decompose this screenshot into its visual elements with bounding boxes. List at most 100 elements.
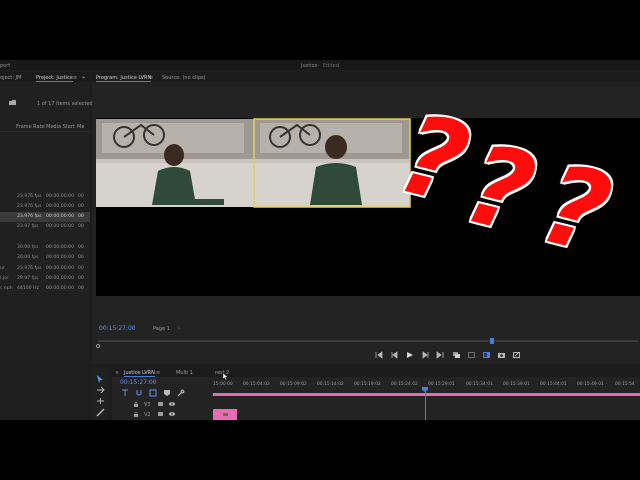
document-title: Justice — [301, 63, 318, 69]
ruler-tick: 00:15:39:01 — [503, 382, 530, 387]
ruler-tick: 15:00:00 — [213, 382, 233, 387]
premiere-window: port Justice - Edited oject: JM Project:… — [0, 60, 640, 420]
selection-tool-icon[interactable] — [97, 375, 104, 383]
extract-icon[interactable] — [468, 352, 475, 358]
tab-sequence-justice-lvrn[interactable]: Justice LVRN — [124, 370, 155, 377]
list-item[interactable]: ur 23.976 fps 00:00:00:00 00 — [0, 264, 84, 274]
wrench-icon[interactable] — [177, 389, 185, 397]
timeline-panel: × Justice LVRN ≡ Multi 1 rest 2 00:15:27… — [112, 368, 640, 420]
column-frame-rate[interactable]: Frame Rate — [16, 124, 45, 130]
item-name-cell: c eph — [0, 286, 13, 291]
eye-icon[interactable] — [169, 402, 175, 406]
razor-tool-icon[interactable] — [96, 408, 105, 417]
eye-icon[interactable] — [169, 412, 175, 416]
ruler-tick: 00:15:29:01 — [428, 382, 455, 387]
letterbox-top — [0, 0, 640, 60]
title-status: Edited — [323, 63, 339, 69]
project-panel: oject: JM Project: Justice ≡ » 1 of 17 i… — [0, 72, 93, 360]
linked-selection-icon[interactable] — [149, 389, 157, 397]
program-video-frame[interactable]: ? ? ? — [96, 89, 640, 296]
title-separator: - — [318, 63, 320, 69]
frame-rate-cell: 23.976 fps — [17, 204, 42, 209]
scrubber-playhead[interactable] — [490, 338, 495, 344]
media-start-cell: 00:00:00:00 — [46, 245, 75, 250]
item-name-cell: ur — [0, 266, 5, 271]
list-item[interactable]: 30.00 fps 00:00:00:00 00 — [0, 243, 84, 253]
question-mark-3: ? — [529, 139, 623, 279]
overflow-tabs-icon[interactable]: » — [82, 75, 85, 81]
scrubber-in-point-icon[interactable] — [95, 343, 101, 349]
folder-icon[interactable] — [9, 100, 16, 105]
column-media-extra[interactable]: Me — [77, 124, 84, 130]
media-extra-cell: 00 — [78, 224, 84, 229]
media-start-cell: 00:00:00:00 — [46, 255, 75, 260]
list-item[interactable]: 30.00 fps 00:00:00:00 00 — [0, 253, 84, 263]
panel-menu-icon[interactable]: ≡ — [73, 75, 77, 81]
media-extra-cell: 00 — [78, 194, 84, 199]
ruler-tick: 00:15:54 — [615, 382, 635, 387]
playhead-handle-icon[interactable] — [422, 387, 428, 392]
tab-project-justice[interactable]: Project: Justice — [36, 75, 73, 82]
frame-rate-cell: 30.00 fps — [17, 255, 39, 260]
lock-icon[interactable] — [134, 402, 138, 407]
panel-menu-icon[interactable]: ≡ — [156, 370, 160, 376]
page-selector[interactable]: Page 1 — [153, 326, 170, 332]
step-back-icon[interactable] — [391, 351, 398, 359]
timeline-clip[interactable] — [213, 409, 237, 420]
insert-overwrite-icon[interactable] — [122, 389, 128, 396]
mouse-cursor-icon — [222, 372, 229, 381]
track-select-tool-icon[interactable] — [97, 386, 105, 394]
program-scrubber[interactable] — [95, 338, 640, 349]
lift-icon[interactable] — [453, 352, 460, 358]
list-item[interactable]: c eph 44100 Hz 00:00:00:00 00 — [0, 284, 84, 294]
program-timecode[interactable]: 00:15:27:00 — [99, 326, 136, 332]
tab-program[interactable]: Program: Justice LVRN — [96, 75, 152, 82]
comparison-view-icon[interactable] — [483, 352, 490, 358]
frame-rate-cell: 29.97 fps — [17, 276, 39, 281]
track-name: V3 — [144, 402, 151, 408]
frame-rate-cell: 30.00 fps — [17, 245, 39, 250]
timeline-timecode[interactable]: 00:15:27:00 — [120, 380, 157, 386]
media-extra-cell: 00 — [78, 255, 84, 260]
work-area-bar[interactable] — [213, 393, 640, 396]
title-bar: port Justice - Edited — [0, 60, 640, 70]
frame-rate-cell: 23.976 fps — [17, 214, 42, 219]
project-panel-header: oject: JM Project: Justice ≡ » — [0, 72, 90, 82]
item-name-cell: l.jor — [0, 276, 9, 281]
camera-icon[interactable] — [498, 352, 505, 358]
tab-project-jm[interactable]: oject: JM — [0, 75, 21, 81]
list-item-selected[interactable]: 23.976 fps 00:00:00:00 00 — [0, 212, 90, 222]
step-forward-icon[interactable] — [422, 351, 429, 359]
snap-icon[interactable] — [136, 390, 142, 396]
tab-sequence-multi-1[interactable]: Multi 1 — [176, 370, 193, 376]
toggle-sync-icon[interactable] — [158, 412, 163, 416]
list-item[interactable]: 23.976 fps 00:00:00:00 00 — [0, 192, 84, 202]
video-clip-left[interactable] — [96, 119, 254, 207]
add-marker-icon[interactable] — [164, 390, 170, 396]
timeline-close-icon[interactable]: × — [115, 370, 119, 376]
frame-rate-cell: 44100 Hz — [17, 286, 39, 291]
play-icon[interactable] — [407, 352, 413, 358]
frame-rate-cell: 23.976 fps — [17, 194, 42, 199]
lock-icon[interactable] — [134, 412, 138, 417]
panel-menu-icon[interactable]: ≡ — [149, 75, 153, 81]
list-item[interactable]: 23.976 fps 00:00:00:00 00 — [0, 202, 84, 212]
mark-in-icon[interactable] — [375, 351, 383, 359]
media-extra-cell: 00 — [78, 245, 84, 250]
list-item[interactable]: l.jor 29.97 fps 00:00:00:00 00 — [0, 274, 84, 284]
mark-out-icon[interactable] — [436, 351, 444, 359]
list-item[interactable]: 23.97 fps 00:00:00:00 00 — [0, 222, 84, 232]
media-extra-cell: 00 — [78, 286, 84, 291]
ruler-tick: 00:15:24:02 — [391, 382, 418, 387]
ruler-tick: 00:15:34:01 — [466, 382, 493, 387]
toggle-sync-icon[interactable] — [158, 402, 163, 406]
column-media-start[interactable]: Media Start — [46, 124, 75, 130]
export-frame-icon[interactable] — [513, 352, 520, 358]
ripple-edit-tool-icon[interactable] — [97, 398, 104, 404]
menu-cut-label[interactable]: port — [0, 63, 10, 69]
tab-source[interactable]: Source: (no clips) — [162, 75, 205, 81]
media-extra-cell: 00 — [78, 266, 84, 271]
ruler-tick: 00:15:44:01 — [540, 382, 567, 387]
video-clip-right[interactable] — [253, 118, 411, 208]
page-next-icon[interactable]: › — [178, 326, 180, 332]
